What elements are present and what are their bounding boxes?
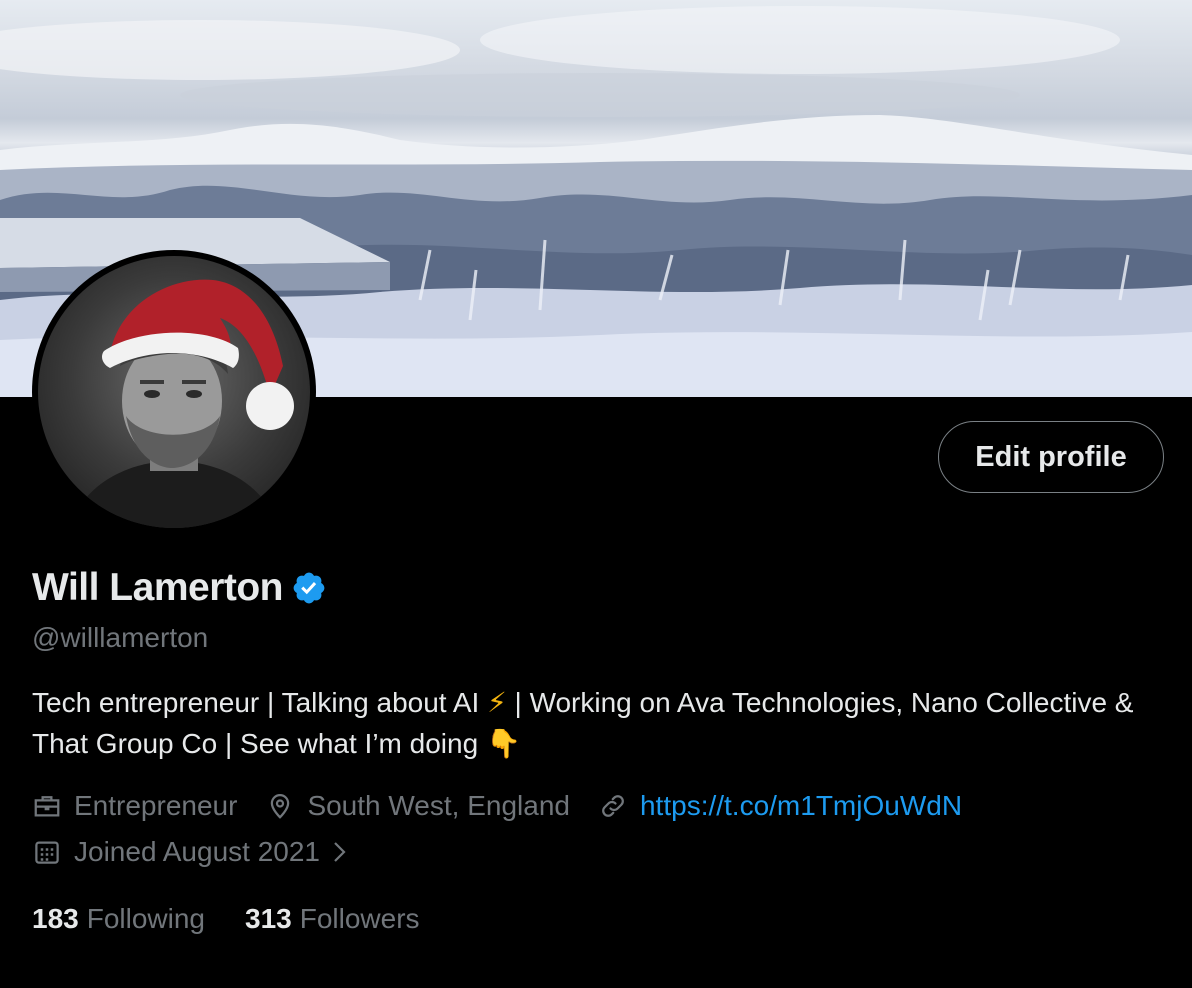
- joined-row[interactable]: Joined August 2021: [32, 836, 380, 868]
- link-icon: [602, 795, 624, 817]
- joined-item[interactable]: Joined August 2021: [32, 836, 352, 868]
- following-stat[interactable]: 183 Following: [32, 903, 205, 935]
- location-item: South West, England: [265, 790, 570, 822]
- profession-item: Entrepreneur: [32, 790, 237, 822]
- follow-stats: 183 Following 313 Followers: [32, 903, 460, 935]
- edit-profile-button[interactable]: Edit profile: [938, 421, 1164, 493]
- profile-meta-row: Entrepreneur South West, England https:/…: [32, 790, 990, 822]
- profile-avatar[interactable]: [32, 250, 316, 534]
- profile-name-row: Will Lamerton: [32, 566, 327, 610]
- profession-text: Entrepreneur: [74, 790, 238, 821]
- briefcase-icon: [34, 796, 60, 817]
- profile-bio: Tech entrepreneur | Talking about AI ⚡ |…: [32, 682, 1152, 764]
- followers-stat[interactable]: 313 Followers: [245, 903, 420, 935]
- location-pin-icon: [271, 793, 290, 819]
- following-count: 183: [32, 903, 79, 934]
- calendar-icon: [35, 841, 59, 864]
- avatar-photo: [38, 256, 310, 528]
- following-label: Following: [86, 903, 205, 934]
- website-link[interactable]: https://t.co/m1TmjOuWdN: [640, 790, 962, 822]
- joined-text: Joined August 2021: [74, 836, 320, 867]
- location-text: South West, England: [307, 790, 570, 821]
- followers-count: 313: [245, 903, 292, 934]
- website-item: https://t.co/m1TmjOuWdN: [598, 790, 962, 822]
- chevron-right-icon: [334, 842, 346, 862]
- bio-text: Tech entrepreneur | Talking about AI: [32, 687, 488, 718]
- profile-handle: @willlamerton: [32, 622, 209, 653]
- verified-badge-icon[interactable]: [291, 570, 327, 606]
- pointing-down-emoji-icon: 👇: [485, 727, 521, 760]
- followers-label: Followers: [299, 903, 420, 934]
- display-name: Will Lamerton: [32, 566, 284, 609]
- lightning-emoji-icon: ⚡: [487, 686, 507, 719]
